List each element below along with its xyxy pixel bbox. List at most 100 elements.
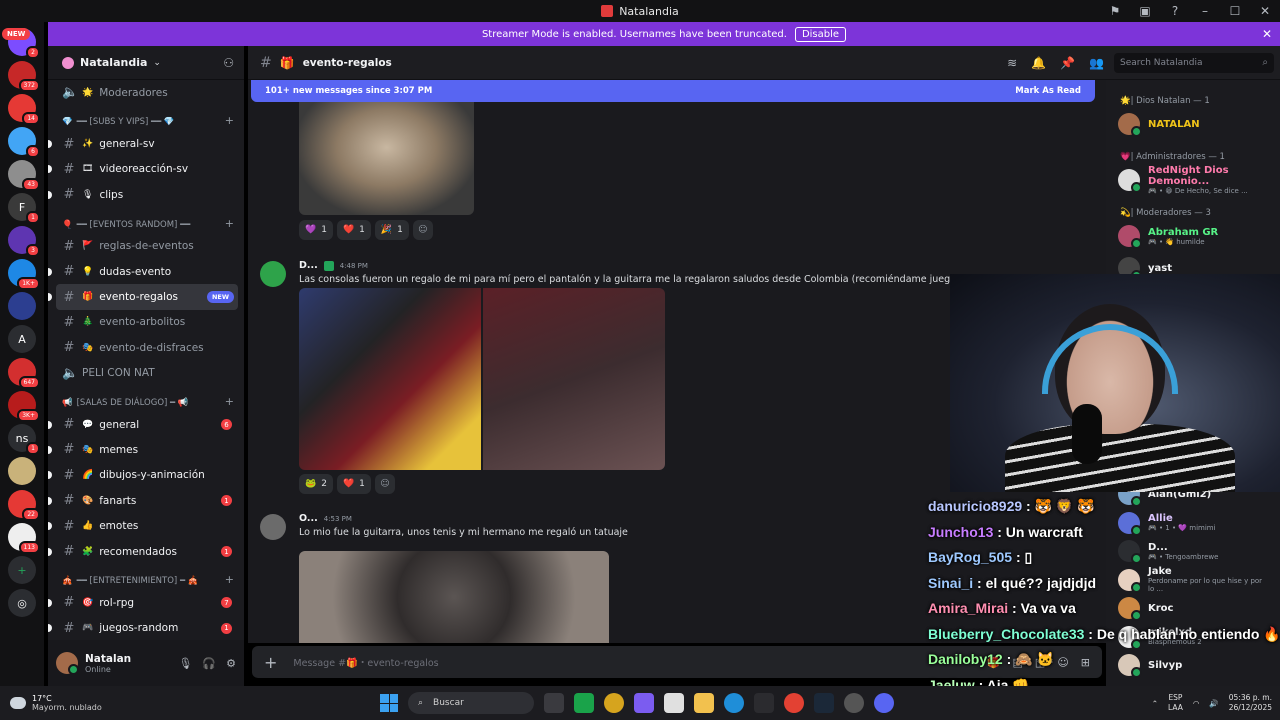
server-icon[interactable] — [8, 292, 36, 320]
server-icon[interactable]: 22 — [8, 490, 40, 521]
settings-gear-icon[interactable]: ⚙ — [226, 657, 236, 670]
maximize-button[interactable]: ☐ — [1220, 4, 1250, 18]
channel-item-moderadores[interactable]: 🔈 🌟 Moderadores — [56, 80, 238, 105]
reaction-chip[interactable]: ❤️ 1 — [336, 474, 371, 494]
member-item[interactable]: RedNight Dios Demonio... 🎮 • 😁 De Hecho, … — [1106, 164, 1280, 196]
mark-as-read-button[interactable]: Mark As Read — [1015, 86, 1081, 96]
file-explorer-icon[interactable] — [694, 693, 714, 713]
reaction-chip[interactable]: ❤️ 1 — [336, 220, 371, 240]
guild-header[interactable]: Natalandia ⌄ ⚇ — [48, 46, 244, 80]
obs-icon[interactable] — [844, 693, 864, 713]
member-item[interactable]: Silvyp — [1106, 651, 1280, 680]
discover-icon[interactable]: ◎ — [8, 589, 36, 617]
server-icon[interactable]: 1K+ — [8, 259, 40, 290]
server-icon[interactable]: 6 — [8, 127, 40, 158]
channel-item-dibujos-y-animaci-n[interactable]: # 🌈 dibujos-y-animación — [48, 463, 238, 488]
channel-item-emotes[interactable]: # 👍 emotes — [48, 513, 238, 538]
discord-icon[interactable] — [874, 693, 894, 713]
add-channel-icon[interactable]: + — [225, 573, 234, 586]
channel-item-evento-de-disfraces[interactable]: # 🎭 evento-de-disfraces — [56, 335, 238, 360]
channel-item-memes[interactable]: # 🎭 memes — [48, 437, 238, 462]
channel-item-dudas-evento[interactable]: # 💡 dudas-evento — [48, 259, 238, 284]
channel-item-juegos-random[interactable]: # 🎮 juegos-random 1 — [48, 616, 238, 641]
category-header[interactable]: 🎪 ━━ [ENTRETENIMIENTO] ━ 🎪 + — [48, 564, 244, 590]
headphones-icon[interactable]: 🎧 — [202, 657, 216, 670]
inbox-flag-icon[interactable]: ⚑ — [1100, 4, 1130, 18]
server-icon[interactable]: 3 — [8, 226, 40, 257]
avatar[interactable] — [260, 514, 286, 540]
close-window-button[interactable]: ✕ — [1250, 4, 1280, 18]
banner-close-icon[interactable]: ✕ — [1262, 27, 1272, 41]
reaction-chip[interactable]: 🎉 1 — [374, 220, 409, 240]
channel-item-fanarts[interactable]: # 🎨 fanarts 1 — [48, 488, 238, 513]
edge-icon[interactable] — [724, 693, 744, 713]
help-icon[interactable]: ? — [1160, 4, 1190, 18]
task-view-icon[interactable] — [544, 693, 564, 713]
member-item[interactable]: Kroc — [1106, 594, 1280, 623]
message-image-pants[interactable] — [483, 288, 665, 470]
new-servers-pill[interactable]: NEW — [2, 28, 31, 40]
app-white-icon[interactable] — [664, 693, 684, 713]
add-attachment-icon[interactable]: + — [264, 653, 277, 672]
add-channel-icon[interactable]: + — [225, 217, 234, 230]
message-image-tattoo[interactable] — [299, 551, 609, 643]
add-reaction-icon[interactable]: ☺ — [374, 474, 395, 494]
chrome-icon[interactable] — [784, 693, 804, 713]
channel-item-reglas-de-eventos[interactable]: # 🚩 reglas-de-eventos — [56, 234, 238, 259]
server-icon[interactable]: 43 — [8, 160, 40, 191]
language-indicator[interactable]: ESP LAA — [1168, 693, 1183, 713]
channel-item-evento-arbolitos[interactable]: # 🎄 evento-arbolitos — [56, 310, 238, 335]
server-icon[interactable] — [8, 457, 36, 485]
author-name[interactable]: D... — [299, 260, 318, 271]
server-icon[interactable]: 113 — [8, 523, 40, 554]
microphone-icon[interactable]: 🎙 — [178, 657, 192, 670]
copilot-icon[interactable] — [634, 693, 654, 713]
chevron-up-icon[interactable]: ⌃ — [1152, 699, 1158, 708]
category-header[interactable]: 💎 ━━ [SUBS Y VIPS] ━━ 💎 + — [48, 105, 244, 131]
server-icon[interactable]: 14 — [8, 94, 40, 125]
add-channel-icon[interactable]: + — [225, 395, 234, 408]
notification-bell-icon[interactable]: 🔔 — [1031, 56, 1046, 70]
add-server-icon[interactable]: + — [8, 556, 36, 584]
reaction-chip[interactable]: 💜 1 — [299, 220, 333, 240]
channel-item-clips[interactable]: # 🎙 clips — [48, 182, 238, 207]
author-name[interactable]: O... — [299, 513, 318, 524]
server-icon[interactable]: F1 — [8, 193, 40, 224]
add-channel-icon[interactable]: + — [225, 114, 234, 127]
member-item[interactable]: Jake Perdoname por lo que hise y por lo .… — [1106, 566, 1280, 595]
member-list-icon[interactable]: 👥 — [1089, 56, 1104, 70]
wifi-icon[interactable]: ◠ — [1193, 699, 1200, 708]
message-image-consoles-guitar[interactable] — [299, 288, 481, 470]
threads-icon[interactable]: ≋ — [1007, 56, 1017, 70]
channel-item-videoreacci-n-sv[interactable]: # 🎞 videoreacción-sv — [48, 157, 238, 182]
clock[interactable]: 05:36 p. m. 26/12/2025 — [1229, 693, 1272, 713]
pin-icon[interactable]: 📌 — [1060, 56, 1075, 70]
minimize-button[interactable]: – — [1190, 4, 1220, 18]
channel-item-peli-con-nat[interactable]: 🔈 PELI CON NAT — [56, 361, 238, 386]
add-reaction-icon[interactable]: ☺ — [412, 220, 433, 240]
screen-icon[interactable]: ▣ — [1130, 4, 1160, 18]
member-item[interactable]: Abraham GR 🎮 • 👋 humilde — [1106, 220, 1280, 252]
server-icon[interactable]: 372 — [8, 61, 40, 92]
avatar[interactable] — [56, 652, 79, 675]
weather-widget[interactable]: 17°C Mayorm. nublado — [10, 694, 102, 712]
category-header[interactable]: 📢 [SALAS DE DIÁLOGO] ━ 📢 + — [48, 386, 244, 412]
server-icon[interactable]: 647 — [8, 358, 40, 389]
server-icon[interactable]: ns 1 — [8, 424, 40, 455]
taskbar-search[interactable]: ⌕ Buscar — [408, 692, 534, 714]
channel-item-recomendados[interactable]: # 🧩 recomendados 1 — [48, 539, 238, 564]
volume-icon[interactable]: 🔊 — [1209, 699, 1218, 708]
disable-streamer-button[interactable]: Disable — [794, 26, 847, 42]
invite-icon[interactable]: ⚇ — [223, 56, 234, 70]
server-icon[interactable]: 3K+ — [8, 391, 40, 422]
channel-item-evento-regalos[interactable]: # 🎁 evento-regalos NEW — [48, 284, 238, 310]
reaction-chip[interactable]: 🐸 2 — [299, 474, 333, 494]
new-messages-bar[interactable]: 101+ new messages since 3:07 PM Mark As … — [251, 80, 1095, 102]
app-green-icon[interactable] — [574, 693, 594, 713]
category-header[interactable]: 🎈 ━━ [EVENTOS RANDOM] ━━ + — [48, 208, 244, 234]
avatar[interactable] — [260, 261, 286, 287]
member-item[interactable]: Allie 🎮 • 1 • 💜 mimimi — [1106, 509, 1280, 538]
channel-item-rol-rpg[interactable]: # 🎯 rol-rpg 7 — [48, 590, 238, 615]
member-item[interactable]: NATALAN — [1106, 108, 1280, 140]
search-input[interactable]: Search Natalandia ⌕ — [1114, 52, 1274, 73]
